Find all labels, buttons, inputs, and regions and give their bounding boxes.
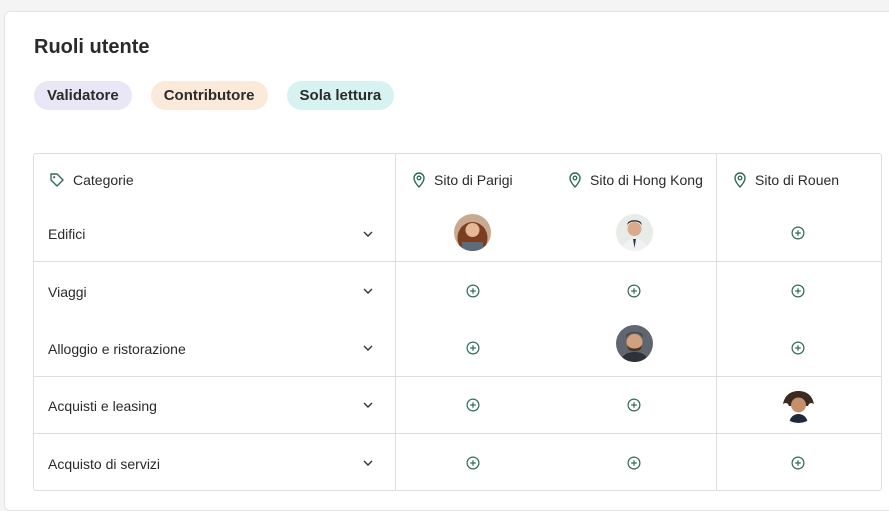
chevron-down-icon[interactable] <box>362 399 374 411</box>
add-assignment-button[interactable] <box>627 456 641 470</box>
add-assignment-button[interactable] <box>791 456 805 470</box>
chevron-down-icon[interactable] <box>362 342 374 354</box>
category-label-services: Acquisto di servizi <box>48 456 161 472</box>
chevron-down-icon[interactable] <box>362 457 374 469</box>
add-icon <box>791 341 805 355</box>
role-badge-readonly: Sola lettura <box>286 81 395 110</box>
location-pin-icon <box>569 172 581 188</box>
role-badge-validator: Validatore <box>34 81 132 110</box>
site-label: Sito di Parigi <box>434 172 513 188</box>
add-assignment-button[interactable] <box>791 284 805 298</box>
add-assignment-button[interactable] <box>466 398 480 412</box>
add-assignment-button[interactable] <box>466 341 480 355</box>
column-header-categories: Categorie <box>49 154 134 206</box>
category-label-travel: Viaggi <box>48 284 87 300</box>
add-icon <box>466 341 480 355</box>
avatar-woman-dark <box>780 386 817 423</box>
add-assignment-button[interactable] <box>627 284 641 298</box>
tag-icon <box>50 173 64 187</box>
add-assignment-button[interactable] <box>791 341 805 355</box>
add-assignment-button[interactable] <box>466 456 480 470</box>
add-icon <box>466 398 480 412</box>
add-icon <box>466 456 480 470</box>
avatar-woman <box>454 214 491 251</box>
role-legend: Validatore Contributore Sola lettura <box>34 81 395 110</box>
avatar[interactable] <box>616 214 653 251</box>
add-icon <box>466 284 480 298</box>
category-label-lodging: Alloggio e ristorazione <box>48 341 186 357</box>
add-icon <box>627 456 641 470</box>
avatar-man-beard <box>616 325 653 362</box>
add-assignment-button[interactable] <box>791 226 805 240</box>
add-icon <box>627 284 641 298</box>
avatar[interactable] <box>454 214 491 251</box>
roles-table: Categorie Sito di Parigi Sito di Hong Ko… <box>33 153 882 491</box>
avatar[interactable] <box>616 325 653 362</box>
add-assignment-button[interactable] <box>466 284 480 298</box>
site-label: Sito di Hong Kong <box>590 172 703 188</box>
avatar-man-suit <box>616 214 653 251</box>
add-icon <box>791 456 805 470</box>
column-header-site-hong-kong: Sito di Hong Kong <box>568 154 703 206</box>
role-badge-contributor: Contributore <box>150 81 268 110</box>
column-header-site-rouen: Sito di Rouen <box>733 154 839 206</box>
add-assignment-button[interactable] <box>627 398 641 412</box>
add-icon <box>791 226 805 240</box>
page-title: Ruoli utente <box>34 36 150 58</box>
chevron-down-icon[interactable] <box>362 228 374 240</box>
column-header-label: Categorie <box>73 172 134 188</box>
add-icon <box>627 398 641 412</box>
location-pin-icon <box>413 172 425 188</box>
site-label: Sito di Rouen <box>755 172 840 188</box>
location-pin-icon <box>734 172 746 188</box>
chevron-down-icon[interactable] <box>362 285 374 297</box>
add-icon <box>791 284 805 298</box>
category-label-purchases: Acquisti e leasing <box>48 398 157 414</box>
column-header-site-paris: Sito di Parigi <box>412 154 513 206</box>
category-label-buildings: Edifici <box>48 226 86 242</box>
avatar[interactable] <box>780 386 817 423</box>
